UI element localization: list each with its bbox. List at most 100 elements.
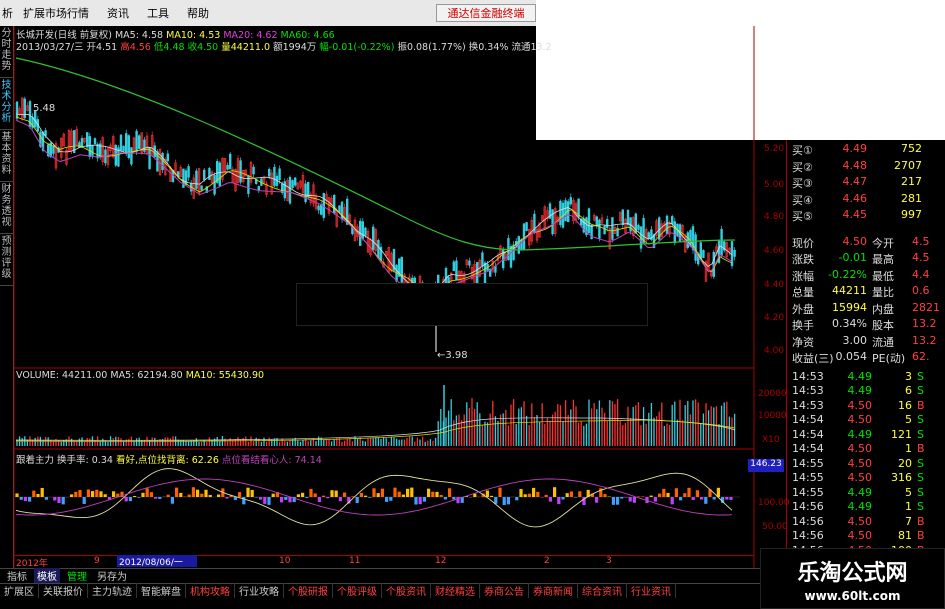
indicator-bar	[536, 491, 540, 497]
footer-item[interactable]: 个股研报	[284, 583, 333, 598]
indicator-bar	[498, 487, 502, 497]
bid-price: 4.49	[842, 142, 868, 155]
candle-body	[252, 166, 255, 175]
tab-template[interactable]: 模板	[34, 568, 60, 583]
indicator-bar	[74, 491, 78, 497]
footer-item[interactable]: 个股资讯	[382, 583, 431, 598]
indicator-bar	[401, 494, 405, 497]
bid-volume: 752	[901, 142, 922, 155]
candle-body	[603, 225, 606, 235]
footer-item[interactable]: 主力轨迹	[88, 583, 137, 598]
candle-body	[598, 219, 601, 239]
indicator-bar	[250, 489, 254, 497]
indicator-bar	[431, 491, 435, 497]
indicator-bar	[364, 495, 368, 497]
footer-item[interactable]: 关联报价	[39, 583, 88, 598]
footer-item[interactable]: 券商新闻	[529, 583, 578, 598]
tab-save-as[interactable]: 另存为	[94, 568, 130, 583]
stat-label: 股本	[872, 319, 894, 332]
footer-item[interactable]: 行业资讯	[627, 583, 676, 598]
indicator-bar	[44, 497, 48, 500]
candle-body	[702, 250, 705, 258]
candle-body	[730, 241, 734, 267]
footer-item[interactable]: 个股评级	[333, 583, 382, 598]
indicator-bar	[523, 494, 527, 497]
tab-manage[interactable]: 管理	[64, 568, 90, 583]
indicator-bar	[569, 491, 573, 497]
stat-row: 涨跌 -0.01 最高 4.5	[787, 251, 945, 267]
tick-volume: 7	[905, 514, 912, 528]
tick-volume: 5	[905, 413, 912, 426]
candle-body	[733, 249, 736, 257]
date-tick: 10	[279, 556, 291, 566]
candle-body	[483, 262, 487, 285]
indicator-bar	[259, 497, 263, 500]
volume-header: VOLUME: 44211.00 MA5: 62194.80 MA10: 554…	[16, 370, 264, 381]
indicator-bar	[506, 497, 510, 505]
indicator-bar	[485, 490, 489, 497]
indicator-bar	[494, 497, 498, 504]
candle-body	[229, 153, 232, 170]
footer-item[interactable]: 智能解盘	[137, 583, 186, 598]
footer-item[interactable]: 行业攻略	[235, 583, 284, 598]
bid-label: 买⑤	[792, 210, 813, 223]
tab-indicator[interactable]: 指标	[4, 568, 30, 583]
candle-body	[96, 144, 99, 159]
bid-row: 买③ 4.47 217	[787, 175, 945, 191]
indicator-bar	[557, 497, 561, 505]
indicator-bar	[712, 497, 716, 500]
footer-item[interactable]: 财经精选	[431, 583, 480, 598]
tick-time: 14:55	[792, 471, 824, 484]
stat-label: 最低	[872, 269, 894, 283]
indicator-bar	[448, 488, 452, 497]
indicator-bar	[313, 493, 317, 497]
indicator-bar	[166, 494, 170, 497]
footer-item[interactable]: 综合资讯	[578, 583, 627, 598]
tick-volume: 5	[905, 485, 912, 499]
footer-item[interactable]: 扩展区	[0, 583, 39, 598]
indicator-bar	[28, 497, 32, 502]
footer-item[interactable]: 券商公告	[480, 583, 529, 598]
indicator-bar	[23, 497, 27, 501]
stat-row: 涨幅 -0.22% 最低 4.4	[787, 268, 945, 284]
bid-volume: 997	[901, 208, 922, 221]
candle-body	[364, 227, 367, 236]
indicator-bar	[666, 492, 670, 497]
stat-value: 0.6	[912, 284, 930, 297]
candle-body	[304, 183, 307, 203]
stat-value: -0.01	[838, 251, 867, 264]
bid-volume: 281	[901, 191, 922, 205]
indicator-bar	[729, 497, 733, 500]
indicator-bar	[611, 497, 615, 505]
indicator-bar	[154, 497, 158, 499]
candle-body	[332, 195, 336, 214]
axis-label: 5.00	[764, 180, 784, 190]
indicator-bar	[19, 497, 23, 500]
tick-volume: 1	[905, 442, 912, 455]
tick-price: 4.50	[847, 514, 873, 528]
indicator-bar	[128, 497, 132, 502]
date-tick: 9	[94, 556, 100, 566]
indicator-bar	[175, 487, 179, 497]
tick-volume: 316	[891, 471, 912, 484]
candle-body	[361, 221, 364, 239]
footer-item[interactable]: 机构攻略	[186, 583, 235, 598]
stat-value: -0.22%	[828, 267, 867, 281]
stat-label: 涨跌	[792, 253, 814, 266]
indicator-bar	[61, 497, 65, 505]
candle-body	[525, 222, 528, 231]
stat-label: 今开	[872, 236, 894, 250]
stat-value: 13.2	[912, 333, 937, 347]
bid-price: 4.46	[842, 191, 868, 205]
indicator-name: 跟着主力	[16, 455, 55, 466]
indicator-bar	[267, 497, 271, 505]
candle-body	[195, 170, 198, 189]
tick-time: 14:55	[792, 456, 824, 470]
candle-body	[699, 242, 703, 260]
indicator-turnover: 换手率: 0.34	[57, 455, 113, 466]
indicator-bar	[674, 488, 678, 497]
candle-body	[52, 146, 55, 154]
bid-label: 买②	[792, 160, 813, 174]
bid-label: 买①	[792, 144, 813, 157]
indicator-bar	[628, 497, 632, 502]
